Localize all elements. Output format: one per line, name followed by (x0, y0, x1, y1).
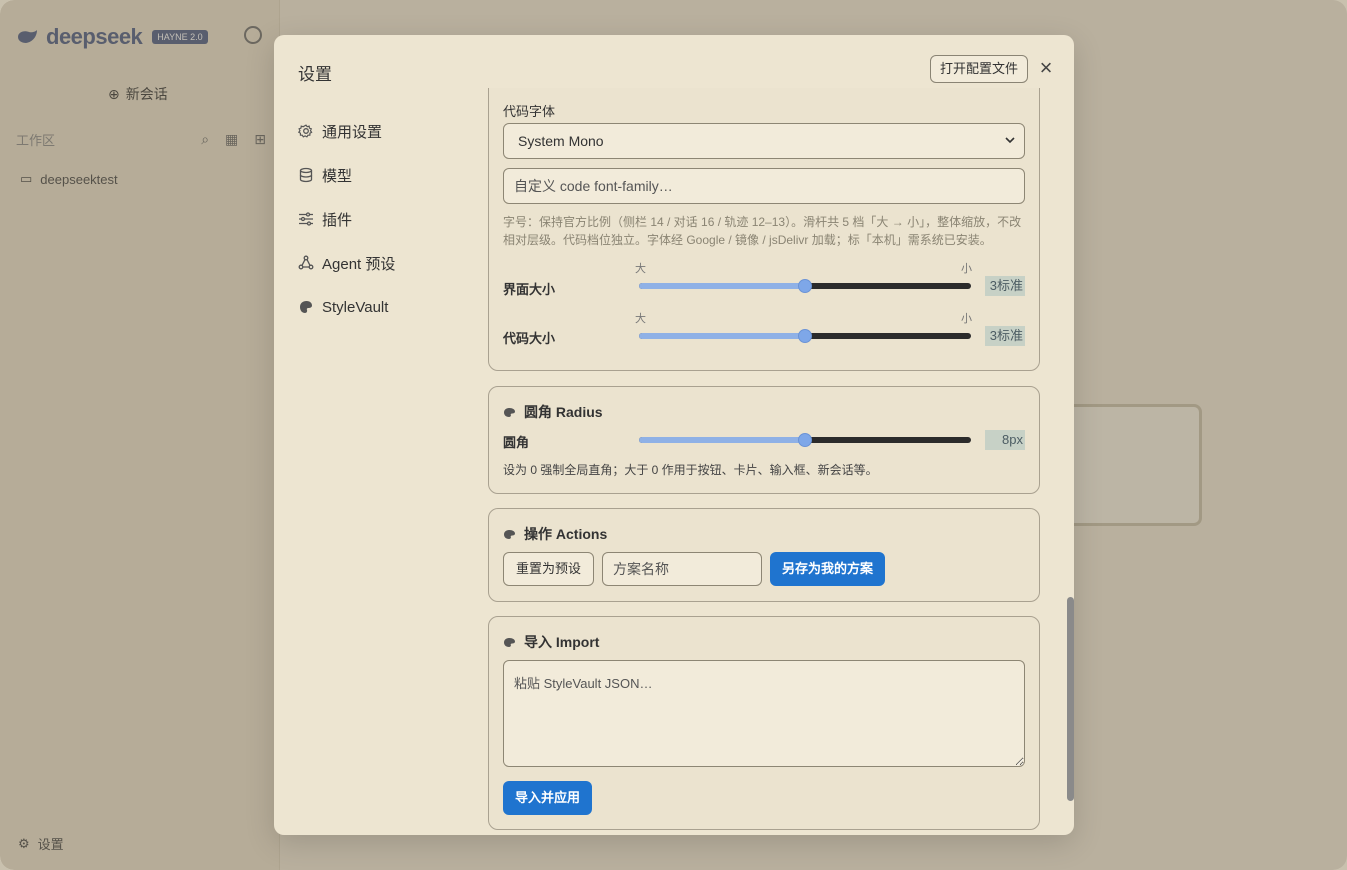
nav-item-label: 模型 (322, 167, 353, 185)
nav-item-models[interactable]: 模型 (298, 153, 478, 197)
import-json-textarea[interactable] (503, 660, 1025, 767)
import-apply-button[interactable]: 导入并应用 (503, 781, 593, 815)
font-size-hint: 字号：保持官方比例（侧栏 14 / 对话 16 / 轨迹 12–13）。滑杆共 … (503, 215, 1022, 247)
sliders-icon (299, 212, 313, 226)
actions-card: 操作 Actions 重置为预设 另存为我的方案 (488, 508, 1040, 602)
nav-item-stylevault[interactable]: StyleVault (298, 285, 478, 329)
nav-item-label: 插件 (322, 211, 353, 229)
nav-item-agent-presets[interactable]: Agent 预设 (298, 241, 478, 285)
actions-card-header: 操作 Actions (503, 524, 607, 544)
actions-title: 操作 Actions (524, 526, 608, 542)
import-title: 导入 Import (524, 634, 600, 650)
slider-fill (639, 333, 805, 339)
radius-hint: 设为 0 强制全局直角；大于 0 作用于按钮、卡片、输入框、新会话等。 (503, 463, 878, 477)
code-size-label: 代码大小 (503, 331, 556, 346)
settings-nav: 通用设置 模型 插件 Agent 预设 StyleVault (298, 109, 478, 329)
slider-thumb[interactable] (798, 329, 812, 343)
slider-thumb[interactable] (798, 279, 812, 293)
database-icon (299, 167, 313, 183)
code-font-value: System Mono (518, 133, 604, 149)
settings-modal: 设置 打开配置文件 × 通用设置 模型 插件 Agent 预设 StyleVau… (274, 35, 1074, 835)
gear-icon (298, 124, 313, 138)
radius-value: 8px (985, 430, 1025, 450)
slider-thumb[interactable] (798, 433, 812, 447)
font-card: 代码字体 System Mono 字号：保持官方比例（侧栏 14 / 对话 16… (488, 88, 1040, 371)
radius-card-header: 圆角 Radius (503, 402, 603, 422)
palette-icon (504, 529, 515, 539)
ui-size-tick-small: 小 (961, 263, 972, 275)
ui-size-slider[interactable] (639, 279, 971, 293)
palette-icon (504, 407, 515, 417)
radius-slider[interactable] (639, 433, 971, 447)
chevron-down-icon (1005, 137, 1015, 144)
close-icon[interactable]: × (1036, 57, 1056, 79)
ui-size-value: 3标准 (985, 276, 1025, 296)
scheme-name-input[interactable] (602, 552, 762, 586)
code-font-select[interactable]: System Mono (503, 123, 1025, 159)
ui-size-label: 界面大小 (503, 282, 556, 297)
modal-title: 设置 (298, 65, 332, 84)
code-size-tick-small: 小 (961, 313, 972, 325)
save-scheme-button[interactable]: 另存为我的方案 (770, 552, 886, 586)
import-card-header: 导入 Import (503, 632, 599, 652)
slider-fill (639, 283, 805, 289)
agent-icon (298, 255, 314, 270)
code-size-tick-large: 大 (635, 313, 646, 325)
code-font-label: 代码字体 (503, 104, 556, 119)
radius-card: 圆角 Radius 圆角 8px 设为 0 强制全局直角；大于 0 作用于按钮、… (488, 386, 1040, 494)
nav-item-label: StyleVault (322, 298, 389, 316)
code-size-value: 3标准 (985, 326, 1025, 346)
custom-font-input[interactable] (503, 168, 1025, 204)
reset-preset-button[interactable]: 重置为预设 (503, 552, 595, 586)
radius-label: 圆角 (503, 435, 530, 450)
open-config-button[interactable]: 打开配置文件 (930, 55, 1029, 83)
ui-size-tick-large: 大 (635, 263, 646, 275)
nav-item-general[interactable]: 通用设置 (298, 109, 478, 153)
slider-fill (639, 437, 805, 443)
palette-icon (504, 637, 515, 647)
settings-content: 代码字体 System Mono 字号：保持官方比例（侧栏 14 / 对话 16… (488, 88, 1040, 835)
nav-item-label: 通用设置 (322, 123, 383, 141)
palette-icon (300, 301, 312, 313)
radius-title: 圆角 Radius (524, 404, 603, 420)
code-size-slider[interactable] (639, 329, 971, 343)
nav-item-plugins[interactable]: 插件 (298, 197, 478, 241)
nav-item-label: Agent 预设 (322, 255, 396, 273)
content-scrollbar[interactable] (1067, 597, 1074, 801)
import-card: 导入 Import 导入并应用 (488, 616, 1040, 830)
